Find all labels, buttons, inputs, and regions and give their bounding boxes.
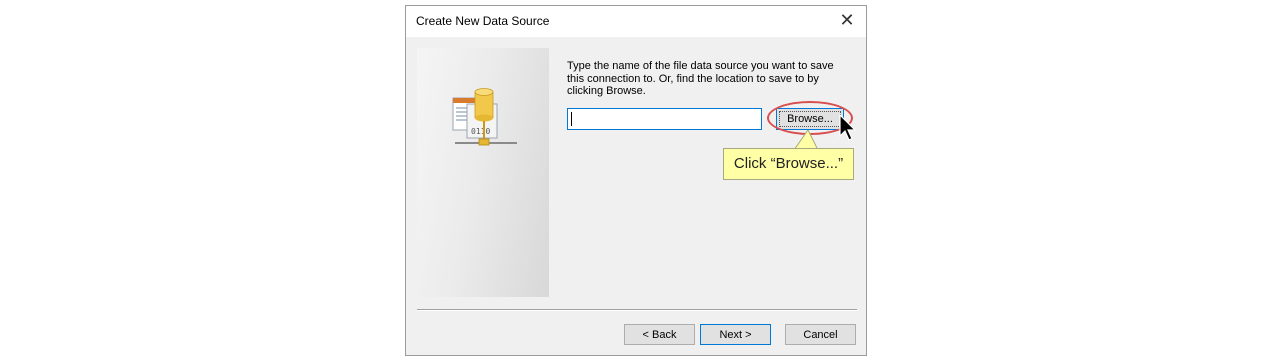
footer-separator: [417, 309, 857, 311]
cancel-button[interactable]: Cancel: [785, 324, 856, 345]
back-button[interactable]: < Back: [624, 324, 695, 345]
wizard-side-panel: 0110: [417, 48, 549, 297]
svg-text:0110: 0110: [471, 127, 490, 136]
mouse-pointer-icon: [839, 114, 857, 141]
instruction-callout: Click “Browse...”: [723, 148, 854, 180]
data-source-file-icon: 0110: [452, 88, 517, 146]
instructions-text: Type the name of the file data source yo…: [567, 60, 834, 97]
dialog-title: Create New Data Source: [416, 14, 550, 28]
title-bar: Create New Data Source ✕: [406, 6, 866, 37]
callout-pointer: [793, 130, 819, 150]
text-caret: [571, 112, 572, 126]
next-button[interactable]: Next >: [700, 324, 771, 345]
filename-input[interactable]: [567, 108, 762, 130]
close-icon[interactable]: ✕: [836, 10, 858, 32]
create-new-data-source-dialog: Create New Data Source ✕ 0110 Type the n…: [405, 5, 867, 356]
